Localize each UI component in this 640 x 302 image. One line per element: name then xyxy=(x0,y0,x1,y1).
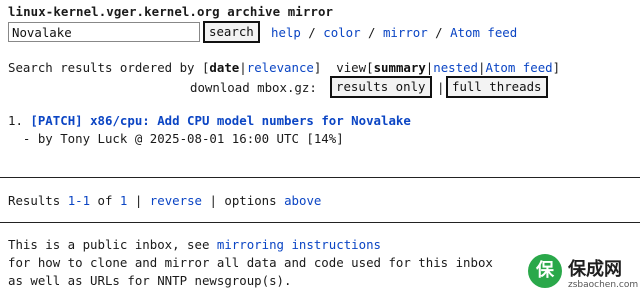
footer-line-3: as well as URLs for NNTP newsgroup(s). xyxy=(8,273,292,288)
footer-line-2: for how to clone and mirror all data and… xyxy=(8,255,493,270)
pager-range-link[interactable]: 1-1 xyxy=(68,193,90,208)
top-nav: help / color / mirror / Atom feed xyxy=(271,25,517,41)
full-threads-button[interactable]: full threads xyxy=(446,76,548,98)
search-button[interactable]: search xyxy=(203,21,260,43)
mirror-link[interactable]: mirror xyxy=(383,25,428,40)
result-title-link[interactable]: [PATCH] x86/cpu: Add CPU model numbers f… xyxy=(30,113,410,128)
result-index: 1. xyxy=(8,113,23,128)
ordering-prefix: Search results ordered by [ xyxy=(8,60,210,75)
pager-prefix: Results xyxy=(8,193,68,208)
ordering-bar: | xyxy=(239,60,247,75)
watermark-sub: zsbaochen.com xyxy=(568,280,639,290)
divider xyxy=(0,177,640,178)
divider xyxy=(0,222,640,223)
footer-line-1: This is a public inbox, see mirroring in… xyxy=(8,237,381,253)
mirroring-instructions-link[interactable]: mirroring instructions xyxy=(217,237,381,252)
above-link[interactable]: above xyxy=(284,193,321,208)
ordering-line: Search results ordered by [date|relevanc… xyxy=(8,60,560,76)
view-atom-link[interactable]: Atom feed xyxy=(485,60,552,75)
download-bar: | xyxy=(437,80,445,95)
pager-sep: | xyxy=(127,193,150,208)
atom-feed-link[interactable]: Atom feed xyxy=(450,25,517,40)
help-link[interactable]: help xyxy=(271,25,301,40)
footer-text: This is a public inbox, see xyxy=(8,237,217,252)
reverse-link[interactable]: reverse xyxy=(150,193,202,208)
page-title: linux-kernel.vger.kernel.org archive mir… xyxy=(8,4,334,19)
nav-separator: / xyxy=(300,25,324,40)
sort-date-current: date xyxy=(209,60,240,75)
view-suffix: ] xyxy=(552,60,561,75)
nav-separator: / xyxy=(360,25,383,40)
sort-relevance-link[interactable]: relevance xyxy=(247,60,314,75)
pager-options: | options xyxy=(202,193,285,208)
view-summary-current: summary xyxy=(373,60,426,75)
view-nested-link[interactable]: nested xyxy=(433,60,478,75)
download-label: download mbox.gz: xyxy=(190,80,317,95)
results-only-button[interactable]: results only xyxy=(330,76,432,98)
search-input[interactable] xyxy=(8,22,200,42)
watermark: 保 保成网 zsbaochen.com xyxy=(524,250,638,298)
view-prefix: view[ xyxy=(321,60,374,75)
pager: Results 1-1 of 1 | reverse | options abo… xyxy=(8,193,321,209)
watermark-text: 保成网 xyxy=(568,259,622,280)
result-item: 1. [PATCH] x86/cpu: Add CPU model number… xyxy=(8,113,411,129)
nav-separator: / xyxy=(427,25,451,40)
watermark-logo-icon: 保 xyxy=(528,254,562,288)
color-link[interactable]: color xyxy=(323,25,360,40)
pager-of: of xyxy=(90,193,120,208)
result-meta: - by Tony Luck @ 2025-08-01 16:00 UTC [1… xyxy=(8,131,344,146)
